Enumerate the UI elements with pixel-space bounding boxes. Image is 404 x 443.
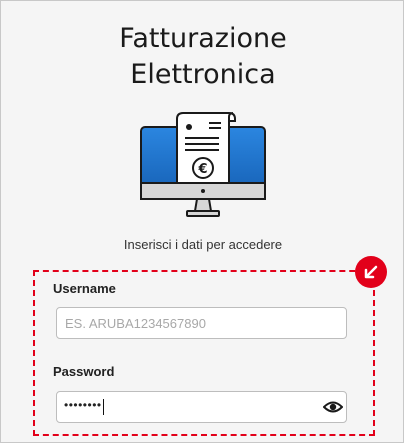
euro-symbol: € bbox=[197, 162, 207, 177]
arrow-down-left-icon bbox=[355, 256, 387, 288]
monitor-invoice-euro-icon: € bbox=[137, 111, 269, 221]
text-cursor bbox=[103, 399, 104, 415]
login-instructions: Inserisci i dati per accedere bbox=[123, 237, 283, 252]
password-label: Password bbox=[53, 364, 115, 379]
page-title: Fatturazione Elettronica bbox=[1, 21, 404, 93]
password-value: •••••••• bbox=[64, 398, 102, 412]
title-line-2: Elettronica bbox=[130, 59, 276, 90]
username-input[interactable] bbox=[56, 307, 347, 339]
eye-icon[interactable] bbox=[322, 397, 344, 417]
title-line-1: Fatturazione bbox=[119, 23, 287, 54]
username-label: Username bbox=[53, 281, 116, 296]
